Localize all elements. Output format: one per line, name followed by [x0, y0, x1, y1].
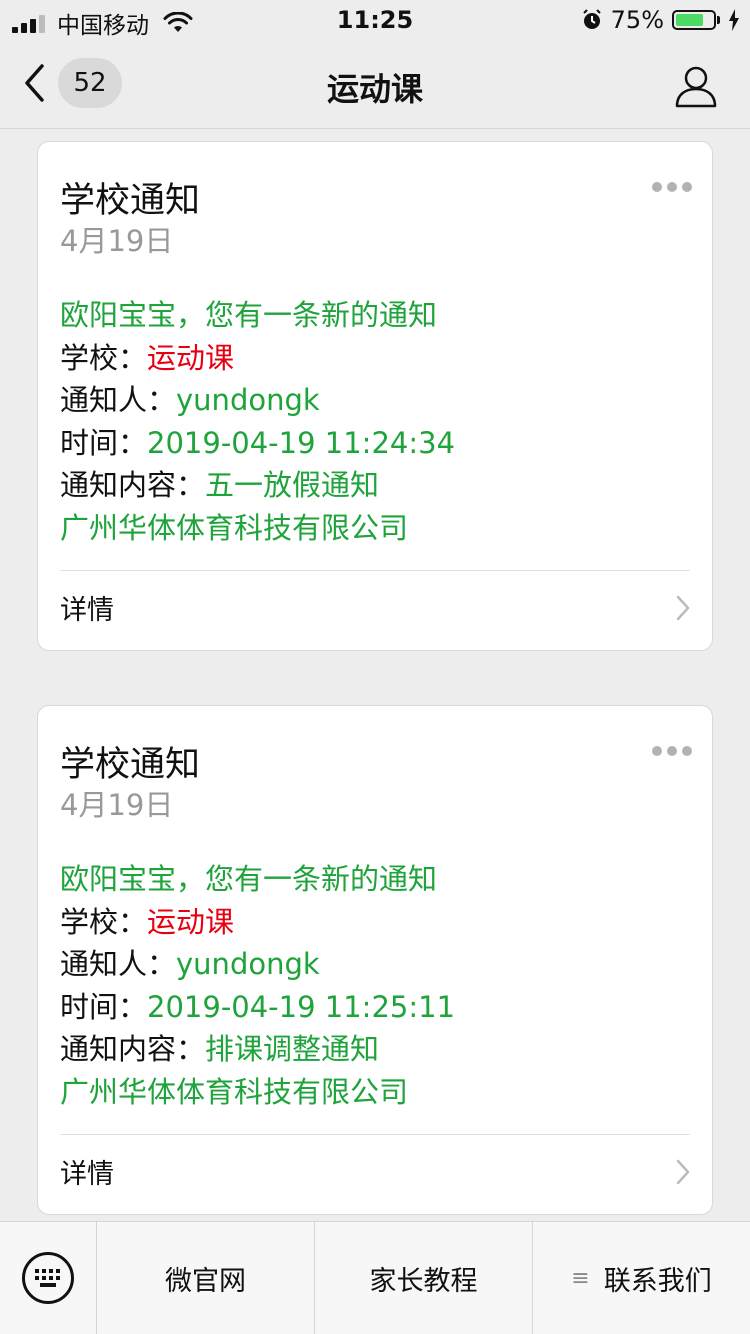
menu-item-website[interactable]: 微官网 [97, 1222, 315, 1334]
content-value: 排课调整通知 [205, 1032, 380, 1066]
chevron-right-icon [676, 595, 690, 621]
company-name: 广州华体体育科技有限公司 [60, 510, 409, 545]
notice-card: 学校通知 4月19日 欧阳宝宝，您有一条新的通知 学校：运动课 通知人：yund… [37, 141, 713, 651]
menu-item-parent-guide[interactable]: 家长教程 [315, 1222, 533, 1334]
card-date: 4月19日 [60, 224, 174, 258]
more-icon[interactable] [652, 746, 692, 756]
card-date: 4月19日 [60, 788, 174, 822]
time-value: 2019-04-19 11:25:11 [147, 989, 456, 1024]
content-value: 五一放假通知 [205, 468, 380, 502]
school-label: 学校： [60, 340, 148, 375]
divider [60, 570, 690, 571]
card-body: 欧阳宝宝，您有一条新的通知 学校：运动课 通知人：yundongk 时间：201… [60, 858, 455, 1113]
time-label: 时间： [60, 425, 148, 460]
time-value: 2019-04-19 11:24:34 [147, 425, 456, 460]
notifier-label: 通知人： [60, 947, 177, 981]
content-label: 通知内容： [60, 468, 206, 502]
card-title: 学校通知 [60, 181, 201, 221]
card-body: 欧阳宝宝，您有一条新的通知 学校：运动课 通知人：yundongk 时间：201… [60, 294, 455, 549]
detail-label: 详情 [60, 1159, 114, 1190]
bottom-menu: 微官网 家长教程 ≡ 联系我们 [0, 1221, 750, 1334]
menu-item-contact[interactable]: ≡ 联系我们 [533, 1222, 750, 1334]
alarm-icon [582, 9, 601, 29]
menu-item-label: 联系我们 [603, 1265, 712, 1297]
notifier-value: yundongk [176, 383, 320, 417]
status-right: 75% [581, 6, 740, 34]
notifier-value: yundongk [176, 947, 320, 981]
divider [60, 1134, 690, 1135]
chevron-right-icon [676, 1159, 690, 1185]
content-label: 通知内容： [60, 1032, 206, 1066]
message-feed[interactable]: 学校通知 4月19日 欧阳宝宝，您有一条新的通知 学校：运动课 通知人：yund… [0, 129, 750, 1221]
notice-card: 学校通知 4月19日 欧阳宝宝，您有一条新的通知 学校：运动课 通知人：yund… [37, 705, 713, 1215]
detail-link[interactable]: 详情 [60, 572, 690, 652]
greeting-text: 欧阳宝宝，您有一条新的通知 [60, 298, 438, 332]
menu-item-label: 家长教程 [369, 1265, 478, 1297]
detail-link[interactable]: 详情 [60, 1136, 690, 1216]
keyboard-icon [22, 1252, 74, 1304]
school-value: 运动课 [147, 340, 235, 375]
nav-bar: 52 运动课 [0, 40, 750, 129]
card-title: 学校通知 [60, 745, 201, 785]
more-icon[interactable] [652, 182, 692, 192]
notifier-label: 通知人： [60, 383, 177, 417]
keyboard-toggle-button[interactable] [0, 1222, 97, 1334]
greeting-text: 欧阳宝宝，您有一条新的通知 [60, 862, 438, 896]
status-bar: 中国移动 11:25 75% [0, 0, 750, 40]
submenu-icon: ≡ [571, 1265, 590, 1291]
school-label: 学校： [60, 904, 148, 939]
company-name: 广州华体体育科技有限公司 [60, 1074, 409, 1109]
battery-percent: 75% [610, 6, 664, 34]
time-label: 时间： [60, 989, 148, 1024]
battery-icon [672, 10, 716, 30]
page-title: 运动课 [326, 70, 423, 108]
school-value: 运动课 [147, 904, 235, 939]
menu-item-label: 微官网 [165, 1265, 246, 1297]
person-icon[interactable] [674, 64, 718, 108]
detail-label: 详情 [60, 595, 114, 626]
charging-icon [729, 9, 739, 31]
